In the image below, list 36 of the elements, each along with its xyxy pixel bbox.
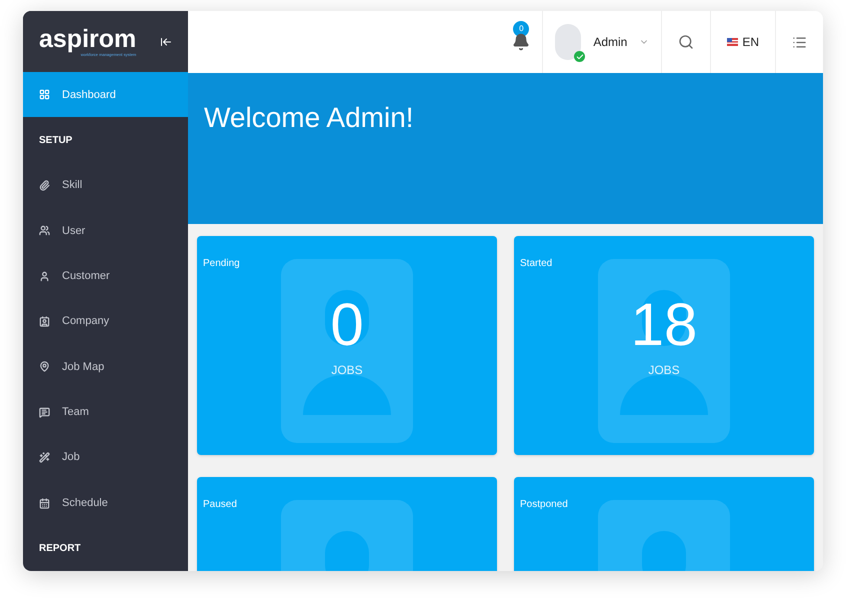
notification-badge: 0 [513,21,530,37]
jobs-label: JOBS [648,362,680,379]
jobs-label: JOBS [331,362,363,379]
card-title: Postponed [520,498,568,512]
paperclip-icon [39,180,50,192]
sidebar-section-heading: SETUP [39,134,72,148]
menu-icon[interactable] [792,34,807,50]
card-title: Paused [203,498,237,512]
user-name: Admin [593,34,628,51]
logo-wordmark: aspirom [39,26,136,52]
job-count: 18 [630,290,698,360]
bell-icon [512,33,530,51]
sidebar-section-heading: REPORT [39,542,81,556]
magic-wand-icon [39,452,50,464]
collapse-sidebar-icon[interactable] [160,36,172,48]
job-count: 0 [330,290,364,360]
sidebar-item[interactable]: Job [23,435,188,480]
flag-icon [727,38,738,46]
sidebar-item[interactable]: Customer [23,254,188,299]
sidebar-item[interactable]: Skill [23,162,188,208]
calendar-icon [39,498,50,509]
sidebar-item[interactable]: Company [23,298,188,344]
sidebar-item[interactable]: Schedule [23,480,188,526]
grid-icon [39,89,50,100]
users-icon [39,225,50,236]
map-pin-icon [39,361,50,372]
contact-card-icon [39,316,50,328]
card-title: Started [520,257,552,271]
sidebar-item[interactable]: User [23,208,188,254]
welcome-title: Welcome Admin! [204,101,415,135]
sidebar-item[interactable]: Job Map [23,344,188,390]
card-title: Pending [203,257,240,271]
person-icon [39,270,50,282]
sidebar-item[interactable]: Team [23,390,188,435]
search-icon[interactable] [678,34,694,50]
chat-icon [39,406,50,418]
